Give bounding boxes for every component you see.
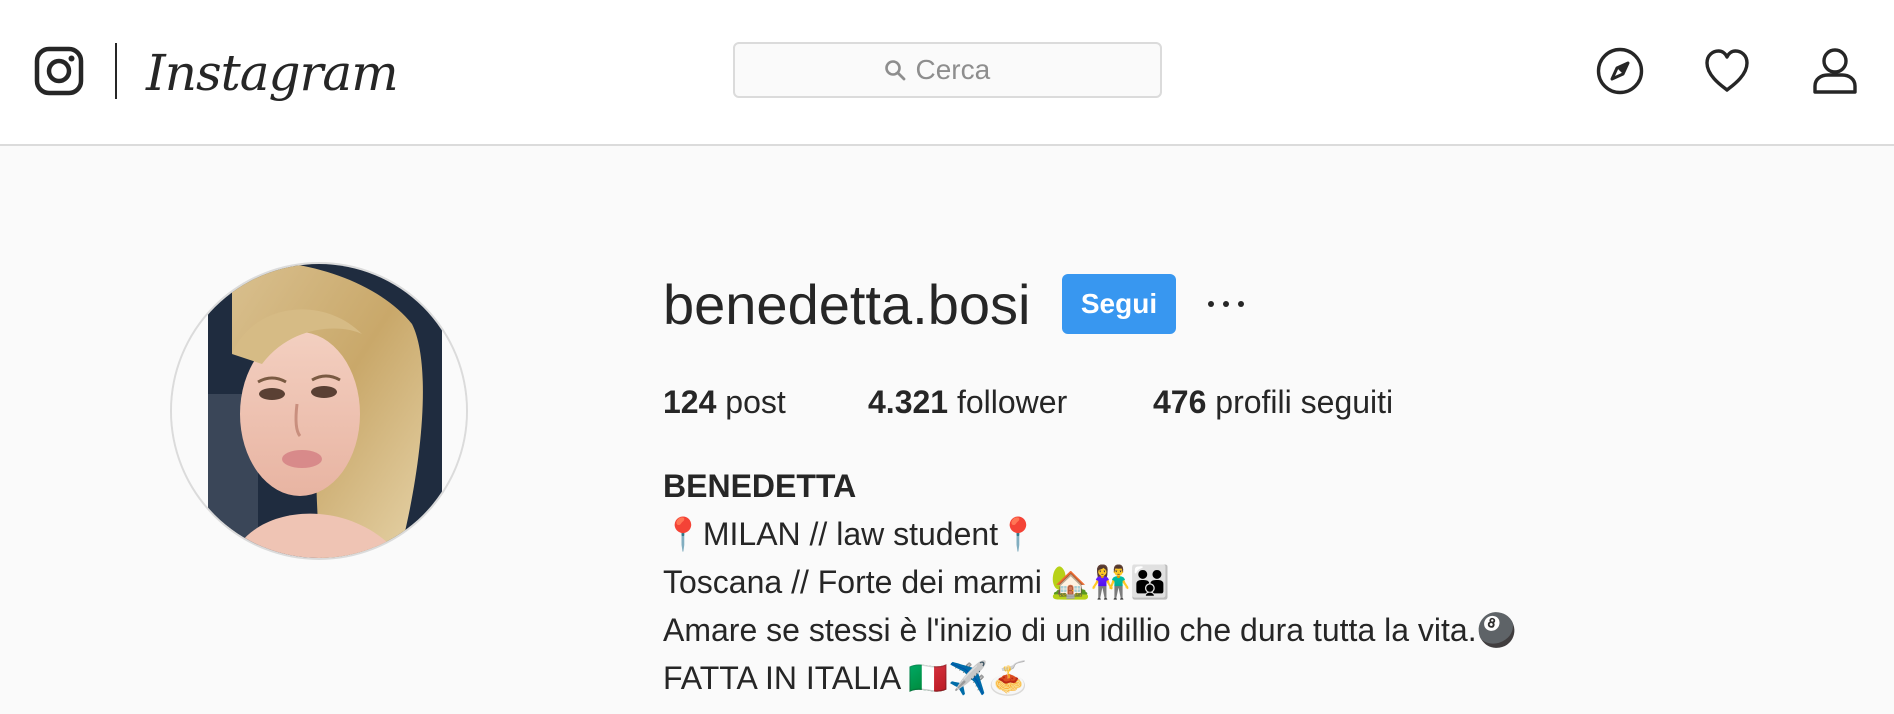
bio-line: 📍MILAN // law student📍 <box>663 516 1038 552</box>
profile-bio: BENEDETTA 📍MILAN // law student📍 Toscana… <box>663 462 1516 702</box>
following-count: 476 <box>1153 384 1207 420</box>
more-dot-icon <box>1208 301 1214 307</box>
bio-line: Amare se stessi è l'inizio di un idillio… <box>663 612 1517 648</box>
followers-count: 4.321 <box>868 384 949 420</box>
following-stat[interactable]: 476 profili seguiti <box>1153 382 1393 422</box>
compass-icon[interactable] <box>1595 46 1645 96</box>
instagram-wordmark[interactable]: Instagram <box>146 38 399 108</box>
avatar-photo <box>172 264 466 558</box>
posts-count: 124 <box>663 384 717 420</box>
followers-label: follower <box>956 384 1068 420</box>
more-dot-icon <box>1223 301 1229 307</box>
posts-stat: 124 post <box>663 382 786 422</box>
search-input[interactable] <box>915 54 1012 86</box>
search-box[interactable] <box>733 42 1162 98</box>
heart-icon[interactable] <box>1702 46 1752 96</box>
instagram-camera-icon <box>34 46 84 96</box>
top-nav-bar: Instagram <box>0 0 1894 146</box>
bio-line: FATTA IN ITALIA 🇮🇹✈️🍝 <box>663 660 1028 696</box>
follow-button[interactable]: Segui <box>1062 274 1176 334</box>
bio-line: Toscana // Forte dei marmi 🏡👫👪 <box>663 564 1171 600</box>
logo-divider <box>115 43 117 99</box>
following-label: profili seguiti <box>1215 384 1394 420</box>
more-dot-icon <box>1238 301 1244 307</box>
search-icon <box>884 60 905 81</box>
more-options-button[interactable] <box>1208 290 1244 318</box>
profile-full-name: BENEDETTA <box>663 468 857 504</box>
profile-username: benedetta.bosi <box>663 273 1031 336</box>
followers-stat[interactable]: 4.321 follower <box>868 382 1067 422</box>
profile-avatar[interactable] <box>170 262 468 560</box>
profile-icon[interactable] <box>1810 46 1860 96</box>
posts-label: post <box>725 384 786 420</box>
